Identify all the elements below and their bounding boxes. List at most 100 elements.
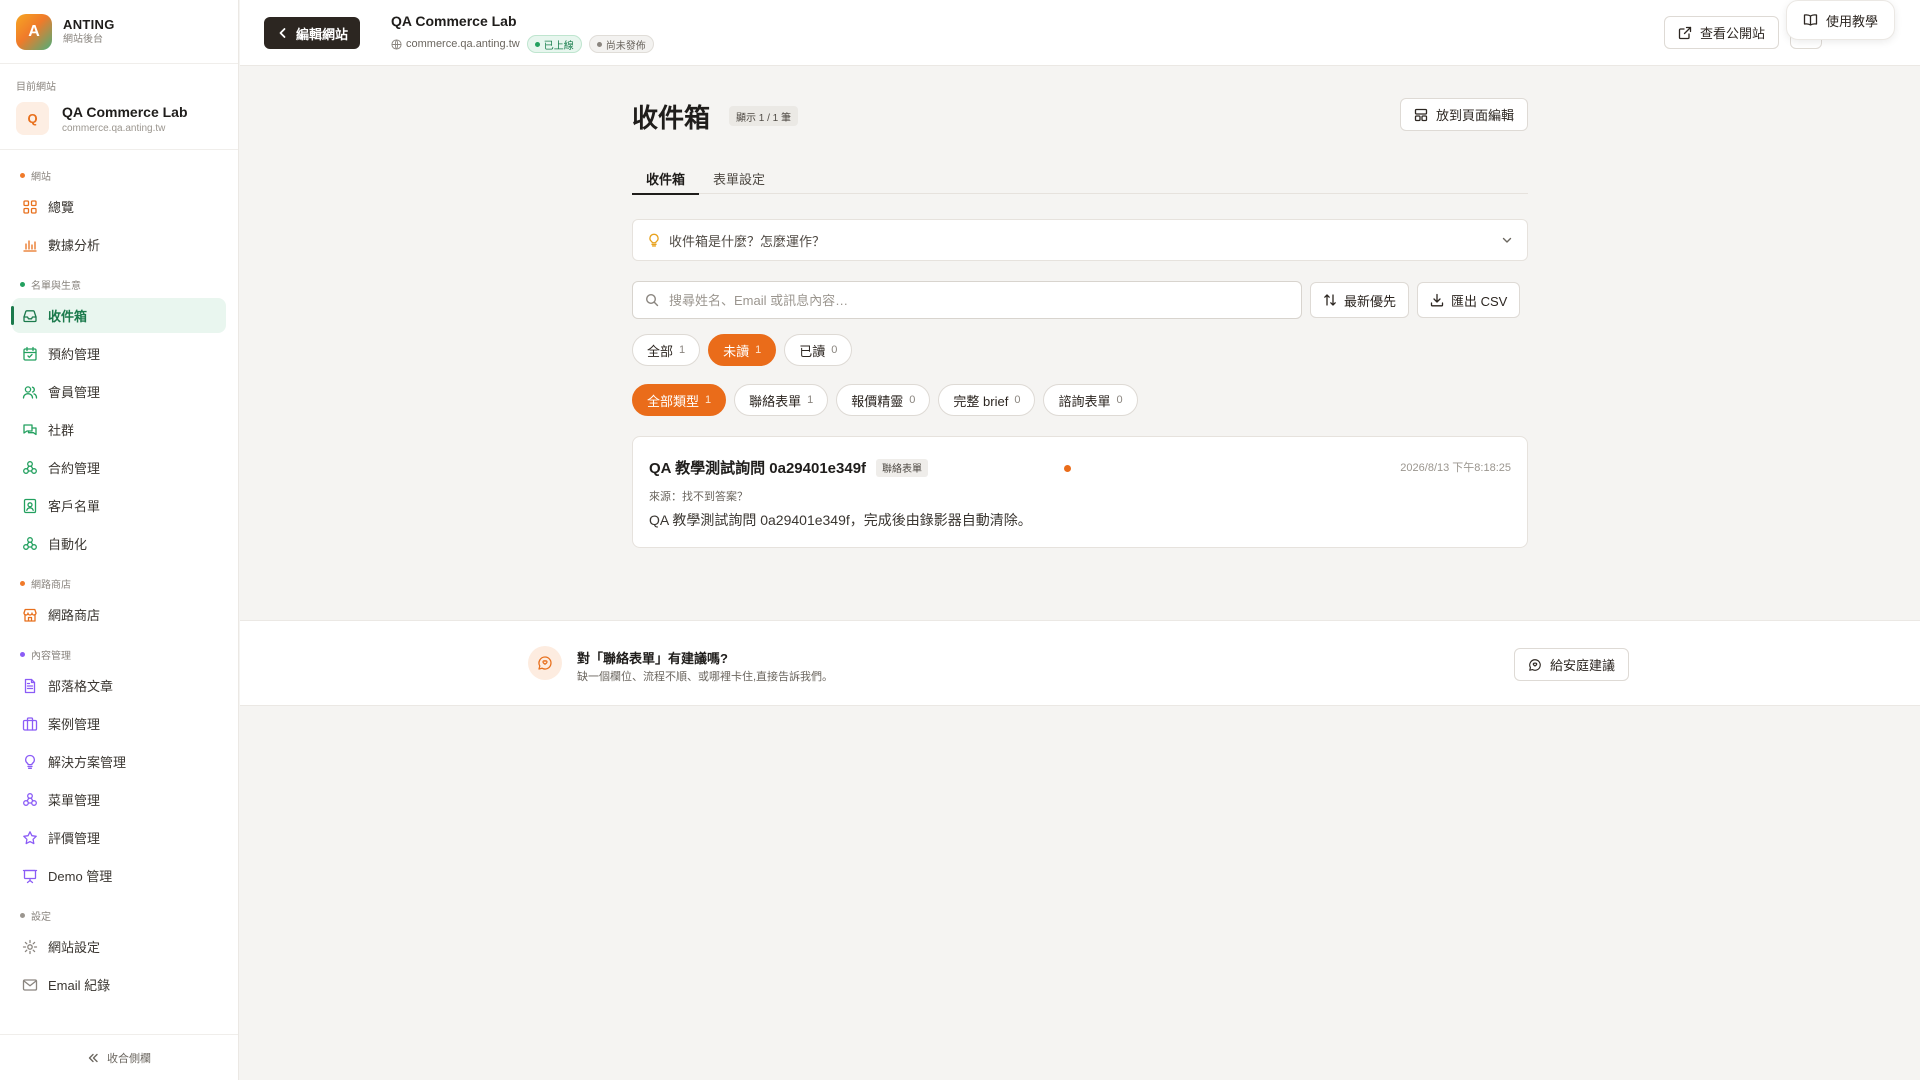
- collapse-sidebar-button[interactable]: 收合側欄: [0, 1034, 238, 1080]
- sort-button[interactable]: 最新優先: [1310, 282, 1410, 318]
- current-site-selector[interactable]: Q QA Commerce Lab commerce.qa.anting.tw: [16, 102, 222, 135]
- sidebar-item-label: 總覽: [48, 200, 75, 215]
- filter-label: 全部類型: [647, 393, 700, 409]
- sidebar-item-label: 網路商店: [48, 608, 101, 623]
- presentation-icon: [22, 869, 38, 883]
- globe-icon: [391, 38, 402, 50]
- contact-icon: [23, 498, 37, 513]
- type-filter-pill[interactable]: 聯絡表單 1: [734, 384, 829, 416]
- sidebar-item[interactable]: 菜單管理: [12, 782, 226, 817]
- filter-count: 1: [705, 394, 712, 406]
- sidebar-item-label: 部落格文章: [48, 679, 114, 694]
- layout-icon: [1414, 108, 1428, 121]
- gear-icon: [22, 939, 38, 954]
- type-filter-pill[interactable]: 諮詢表單 0: [1043, 384, 1138, 416]
- type-filter-pill[interactable]: 報價精靈 0: [836, 384, 931, 416]
- filter-count: 0: [1014, 394, 1021, 406]
- sidebar-item-label: 合約管理: [48, 461, 101, 476]
- nav-section-header: 網路商店: [12, 564, 226, 597]
- nav-section-header: 設定: [12, 896, 226, 929]
- status-filter-pill[interactable]: 未讀 1: [708, 334, 777, 366]
- message-card[interactable]: QA 教學測試詢問 0a29401e349f 聯絡表單 2026/8/13 下午…: [632, 436, 1528, 548]
- edit-site-back-button[interactable]: 編輯網站: [264, 17, 361, 49]
- sidebar-item[interactable]: 合約管理: [12, 450, 226, 485]
- sidebar-item-label: 會員管理: [48, 385, 101, 400]
- nav-section-header: 網站: [12, 156, 226, 189]
- chat-icon: [23, 423, 37, 435]
- topbar: 編輯網站 QA Commerce Lab commerce.qa.anting.…: [240, 0, 1920, 66]
- tutorial-button[interactable]: 使用教學: [1786, 0, 1896, 40]
- status-filter-pill[interactable]: 已讀 0: [784, 334, 853, 366]
- sidebar-item[interactable]: 數據分析: [12, 227, 226, 262]
- feedback-icon: [528, 646, 562, 680]
- users-icon: [22, 385, 38, 399]
- chevrons-left-icon: [88, 1053, 98, 1062]
- inbox-icon: [23, 309, 37, 322]
- star-icon: [23, 830, 37, 844]
- topbar-site-title: QA Commerce Lab: [391, 13, 517, 29]
- edit-in-page-label: 放到頁面編輯: [1435, 108, 1514, 123]
- export-csv-button[interactable]: 匯出 CSV: [1417, 282, 1521, 318]
- brand-name: ANTING: [63, 16, 115, 32]
- sidebar-item[interactable]: 解決方案管理: [12, 744, 226, 779]
- sidebar-item[interactable]: 部落格文章: [12, 668, 226, 703]
- briefcase-icon: [22, 716, 38, 731]
- view-public-site-button[interactable]: 查看公開站: [1664, 16, 1780, 49]
- status-filter-pill[interactable]: 全部 1: [632, 334, 701, 366]
- search-input[interactable]: [669, 292, 1269, 308]
- status-live-label: 已上線: [543, 40, 574, 52]
- sidebar-item[interactable]: 網路商店: [12, 597, 226, 632]
- sidebar-item[interactable]: 評價管理: [12, 820, 226, 855]
- filter-count: 1: [679, 344, 686, 356]
- filter-label: 完整 brief: [953, 393, 1009, 409]
- filter-label: 諮詢表單: [1058, 393, 1111, 409]
- sidebar-item[interactable]: 會員管理: [12, 374, 226, 409]
- feedback-subtitle: 缺一個欄位、流程不順、或哪裡卡住,直接告訴我們。: [577, 671, 834, 683]
- external-link-icon: [1678, 26, 1692, 39]
- topbar-site-domain: commerce.qa.anting.tw: [406, 38, 520, 50]
- message-time: 2026/8/13 下午8:18:25: [1400, 462, 1511, 474]
- nav-section-label: 設定: [31, 912, 51, 923]
- brand[interactable]: A ANTING 網站後台: [0, 0, 238, 64]
- edit-site-label: 編輯網站: [296, 26, 349, 42]
- sidebar-item[interactable]: 社群: [12, 412, 226, 447]
- sidebar: A ANTING 網站後台 目前網站 Q QA Commerce Lab com…: [0, 0, 239, 1080]
- nav-section-header: 內容管理: [12, 635, 226, 668]
- message-heart-icon: [1529, 658, 1541, 671]
- give-feedback-button[interactable]: 給安庭建議: [1514, 648, 1630, 681]
- feedback-title: 對「聯絡表單」有建議嗎?: [577, 651, 728, 666]
- sidebar-item[interactable]: 收件箱: [11, 298, 226, 333]
- edit-in-page-button[interactable]: 放到頁面編輯: [1399, 98, 1528, 131]
- store-icon: [23, 608, 37, 622]
- give-feedback-label: 給安庭建議: [1550, 658, 1616, 673]
- download-icon: [1430, 293, 1444, 307]
- nodes-icon: [23, 536, 37, 550]
- type-filter-pill[interactable]: 完整 brief 0: [938, 384, 1036, 416]
- collapse-sidebar-label: 收合側欄: [107, 1052, 151, 1065]
- sidebar-item-label: 解決方案管理: [48, 755, 127, 770]
- nav-section-label: 網路商店: [31, 580, 71, 591]
- tab-form-settings[interactable]: 表單設定: [699, 162, 779, 194]
- sidebar-item-label: Demo 管理: [48, 869, 113, 884]
- type-filter-pill[interactable]: 全部類型 1: [632, 384, 727, 416]
- sidebar-item[interactable]: 網站設定: [12, 929, 226, 964]
- sidebar-nav: 網站 總覽 數據分析 名單與生意 收件箱 預約管理 會員管理 社群 合約管理 客戶名單 自動化 網路商…: [0, 150, 238, 1002]
- brand-logo: A: [16, 13, 52, 50]
- message-source: 來源：找不到答案？: [649, 491, 748, 503]
- sidebar-item[interactable]: Demo 管理: [12, 858, 226, 893]
- filter-label: 報價精靈: [851, 393, 904, 409]
- type-filter-group: 全部類型 1 聯絡表單 1 報價精靈 0 完整 brief 0 諮詢表單 0: [632, 384, 1146, 416]
- bulb-icon: [25, 754, 35, 769]
- sidebar-item[interactable]: 客戶名單: [12, 488, 226, 523]
- sidebar-item[interactable]: 預約管理: [12, 336, 226, 371]
- nodes-icon: [23, 792, 37, 806]
- sidebar-item[interactable]: 自動化: [12, 526, 226, 561]
- count-badge: 顯示 1 / 1 筆: [729, 106, 799, 126]
- tab-inbox[interactable]: 收件箱: [632, 162, 700, 195]
- sidebar-item[interactable]: 總覽: [12, 189, 226, 224]
- bar-chart-icon: [23, 239, 37, 252]
- sidebar-item[interactable]: Email 紀錄: [12, 967, 226, 1002]
- filter-label: 已讀: [799, 343, 826, 359]
- faq-accordion[interactable]: 收件箱是什麼？怎麼運作？: [632, 219, 1528, 261]
- sidebar-item[interactable]: 案例管理: [12, 706, 226, 741]
